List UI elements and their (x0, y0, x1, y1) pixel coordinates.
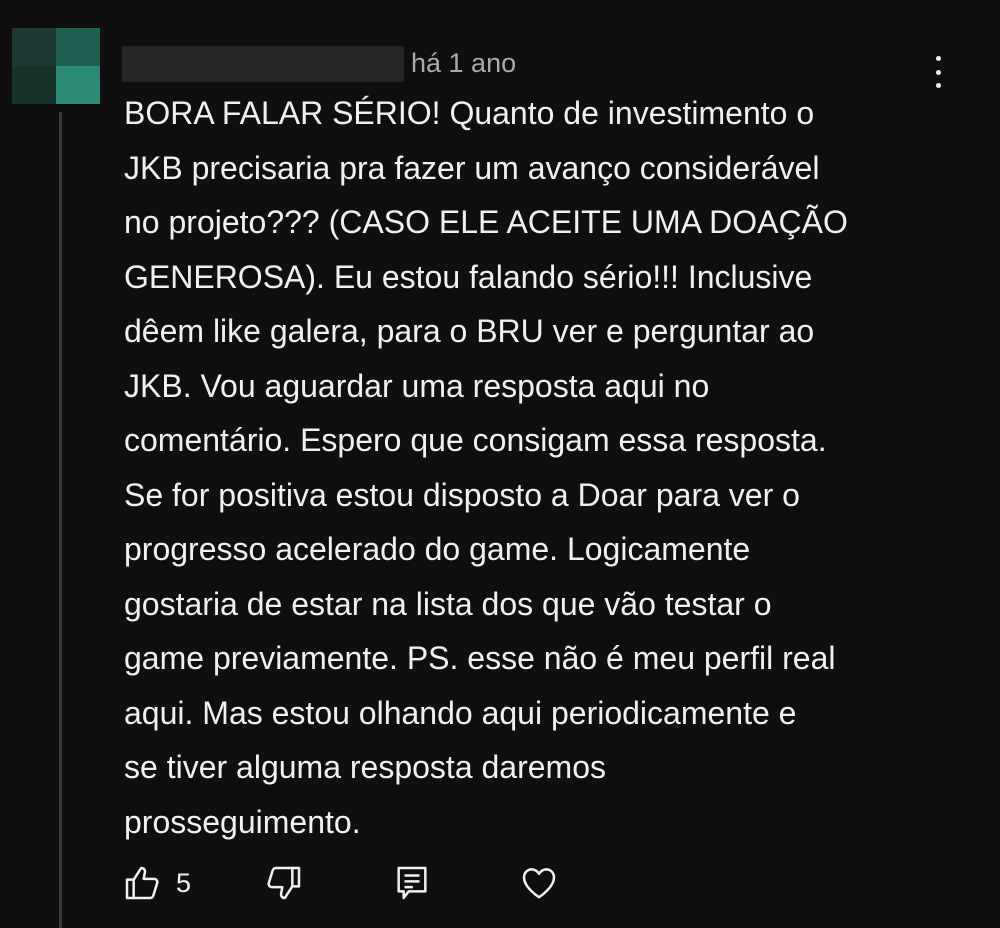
more-vertical-icon (935, 56, 941, 61)
comment-actions: 5 (122, 858, 582, 908)
avatar-pixel (56, 66, 100, 104)
heart-button[interactable] (518, 858, 560, 908)
thumb-down-icon (267, 866, 301, 900)
more-vertical-icon (935, 69, 941, 75)
dislike-button[interactable] (264, 858, 304, 908)
comment-reply-icon (397, 866, 427, 900)
avatar[interactable] (12, 28, 100, 104)
avatar-pixel (56, 28, 100, 66)
reply-button[interactable] (392, 858, 432, 908)
thread-line (59, 112, 62, 928)
thumb-up-icon (125, 866, 159, 900)
heart-icon (522, 868, 556, 899)
author-name-redacted[interactable] (122, 46, 404, 82)
comment-text: BORA FALAR SÉRIO! Quanto de investimento… (124, 95, 848, 840)
avatar-pixel (12, 28, 56, 66)
avatar-pixel (12, 66, 56, 104)
comment-timestamp[interactable]: há 1 ano (411, 45, 516, 81)
like-count: 5 (176, 867, 192, 898)
like-button[interactable]: 5 (122, 858, 191, 908)
